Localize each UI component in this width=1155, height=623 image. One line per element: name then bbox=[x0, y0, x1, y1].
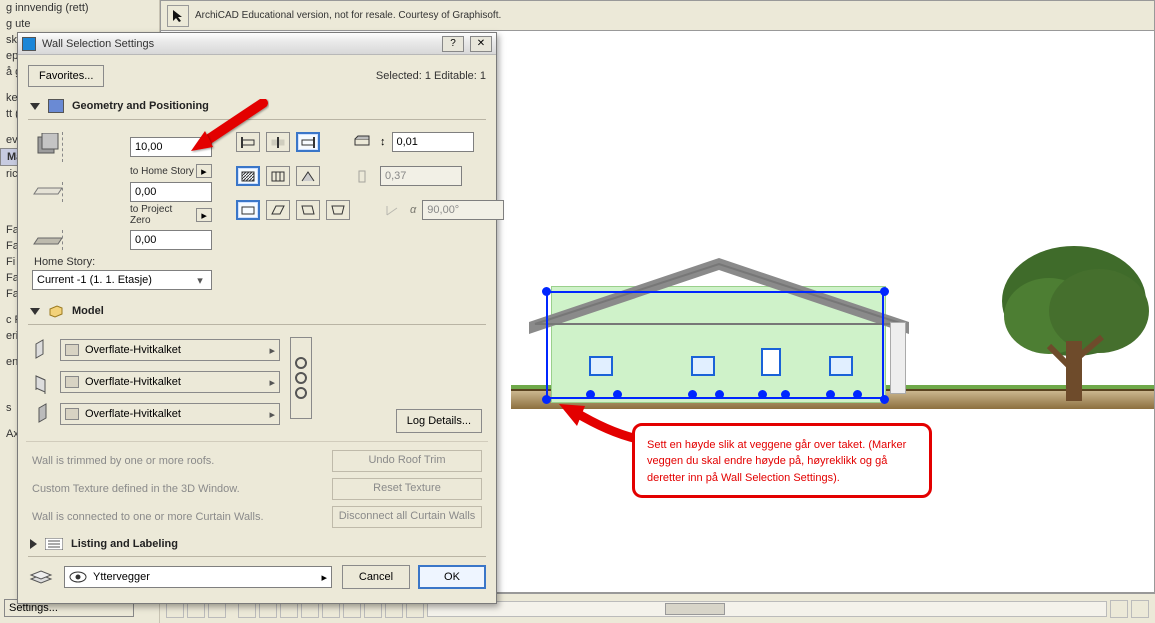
selection-handle[interactable] bbox=[880, 395, 889, 404]
log-details-button[interactable]: Log Details... bbox=[396, 409, 482, 433]
eye-icon bbox=[69, 571, 87, 583]
roof-trim-note: Wall is trimmed by one or more roofs. bbox=[32, 455, 214, 467]
home-story-label: Home Story: bbox=[34, 256, 212, 268]
to-project-zero-label: to Project Zero bbox=[130, 204, 194, 226]
dialog-titlebar[interactable]: Wall Selection Settings ? ✕ bbox=[18, 33, 496, 55]
wall-angle-input bbox=[422, 200, 504, 220]
canvas-toolbar: ArchiCAD Educational version, not for re… bbox=[161, 1, 1154, 31]
structure-composite-icon[interactable] bbox=[266, 166, 290, 186]
layer-combo[interactable]: Yttervegger ▸ bbox=[64, 566, 332, 588]
pointer-tool-icon[interactable] bbox=[167, 5, 189, 27]
selection-handle[interactable] bbox=[542, 287, 551, 296]
close-icon[interactable]: ✕ bbox=[470, 36, 492, 52]
scrollbar-thumb[interactable] bbox=[665, 603, 725, 615]
geometry-icon bbox=[48, 99, 64, 113]
left-item[interactable]: g ute bbox=[0, 16, 159, 32]
watermark-text: ArchiCAD Educational version, not for re… bbox=[195, 10, 501, 21]
help-icon[interactable]: ? bbox=[442, 36, 464, 52]
selection-count: Selected: 1 Editable: 1 bbox=[376, 70, 486, 82]
home-story-value: Current -1 (1. 1. Etasje) bbox=[37, 274, 152, 286]
tree-graphic bbox=[994, 241, 1154, 409]
refline-right-icon[interactable] bbox=[296, 132, 320, 152]
dropdown-icon: ▾ bbox=[193, 274, 207, 287]
refline-center-icon[interactable] bbox=[266, 132, 290, 152]
selection-box[interactable] bbox=[546, 291, 884, 399]
texture-note: Custom Texture defined in the 3D Window. bbox=[32, 483, 240, 495]
wall-base-icon bbox=[32, 184, 62, 201]
structure-basic-icon[interactable] bbox=[236, 166, 260, 186]
link-home-story-button[interactable]: ▸ bbox=[196, 164, 212, 178]
home-story-combo[interactable]: Current -1 (1. 1. Etasje) ▾ bbox=[32, 270, 212, 290]
selection-handle[interactable] bbox=[586, 390, 595, 399]
left-item[interactable]: g innvendig (rett) bbox=[0, 0, 159, 16]
selection-handle[interactable] bbox=[826, 390, 835, 399]
geometry-panel-title: Geometry and Positioning bbox=[72, 100, 209, 112]
listing-panel-header[interactable]: Listing and Labeling bbox=[28, 534, 486, 557]
geometry-panel-header[interactable]: Geometry and Positioning bbox=[28, 95, 486, 120]
link-project-zero-button[interactable]: ▸ bbox=[196, 208, 212, 222]
house-elevation bbox=[541, 236, 896, 406]
curtain-wall-note: Wall is connected to one or more Curtain… bbox=[32, 511, 264, 523]
collapse-icon bbox=[30, 103, 40, 110]
layer-icon bbox=[28, 567, 54, 588]
scroll-right-icon[interactable] bbox=[1131, 600, 1149, 618]
annotation-callout: Sett en høyde slik at veggene går over t… bbox=[632, 423, 932, 498]
wall-bottom-elev-input[interactable] bbox=[130, 230, 212, 250]
outside-surface-combo[interactable]: Overflate-Hvitkalket▸ bbox=[60, 339, 280, 361]
house-side-column bbox=[890, 322, 906, 394]
expand-icon bbox=[30, 539, 37, 549]
reset-texture-button[interactable]: Reset Texture bbox=[332, 478, 482, 500]
plan-slanted1-icon[interactable] bbox=[266, 200, 290, 220]
wall-height-icon bbox=[32, 133, 62, 162]
undo-roof-trim-button[interactable]: Undo Roof Trim bbox=[332, 450, 482, 472]
to-home-story-label: to Home Story bbox=[130, 166, 194, 177]
edge-face-icon bbox=[32, 369, 52, 395]
listing-panel-title: Listing and Labeling bbox=[71, 538, 178, 550]
wall-thickness-input bbox=[380, 166, 462, 186]
selection-handle[interactable] bbox=[688, 390, 697, 399]
ok-button[interactable]: OK bbox=[418, 565, 486, 589]
wall-selection-settings-dialog: Wall Selection Settings ? ✕ Favorites...… bbox=[17, 32, 497, 604]
refline-left-icon[interactable] bbox=[236, 132, 260, 152]
thickness-icon bbox=[350, 132, 374, 152]
inside-surface-combo[interactable]: Overflate-Hvitkalket▸ bbox=[60, 403, 280, 425]
dialog-title: Wall Selection Settings bbox=[42, 38, 436, 50]
wall-top-height-input[interactable] bbox=[130, 137, 212, 157]
edge-surface-combo[interactable]: Overflate-Hvitkalket▸ bbox=[60, 371, 280, 393]
plan-doubleslant-icon[interactable] bbox=[326, 200, 350, 220]
horizontal-scrollbar[interactable] bbox=[427, 601, 1107, 617]
selection-handle[interactable] bbox=[781, 390, 790, 399]
disconnect-cw-button[interactable]: Disconnect all Curtain Walls bbox=[332, 506, 482, 528]
selection-handle[interactable] bbox=[613, 390, 622, 399]
structure-profile-icon[interactable] bbox=[296, 166, 320, 186]
angle-icon bbox=[380, 200, 404, 220]
selection-handle[interactable] bbox=[880, 287, 889, 296]
model-icon bbox=[48, 304, 64, 318]
model-panel-header[interactable]: Model bbox=[28, 300, 486, 325]
listing-icon bbox=[45, 538, 63, 550]
thickness-dim-icon bbox=[350, 166, 374, 186]
dropdown-icon: ▸ bbox=[321, 571, 327, 584]
outside-face-icon bbox=[32, 337, 52, 363]
selection-handle[interactable] bbox=[542, 395, 551, 404]
inside-face-icon bbox=[32, 401, 52, 427]
collapse-icon bbox=[30, 308, 40, 315]
scroll-left-icon[interactable] bbox=[1110, 600, 1128, 618]
favorites-button[interactable]: Favorites... bbox=[28, 65, 104, 87]
annotation-text: Sett en høyde slik at veggene går over t… bbox=[647, 439, 906, 484]
layer-name: Yttervegger bbox=[93, 571, 150, 583]
wall-bottom-icon bbox=[32, 232, 62, 249]
wall-thickness-offset-input[interactable] bbox=[392, 132, 474, 152]
selection-handle[interactable] bbox=[715, 390, 724, 399]
link-surfaces-toggle[interactable] bbox=[290, 337, 312, 419]
plan-slanted2-icon[interactable] bbox=[296, 200, 320, 220]
wall-home-offset-input[interactable] bbox=[130, 182, 212, 202]
app-icon bbox=[22, 37, 36, 51]
model-panel-title: Model bbox=[72, 305, 104, 317]
cancel-button[interactable]: Cancel bbox=[342, 565, 410, 589]
plan-straight-icon[interactable] bbox=[236, 200, 260, 220]
selection-handle[interactable] bbox=[853, 390, 862, 399]
selection-handle[interactable] bbox=[758, 390, 767, 399]
